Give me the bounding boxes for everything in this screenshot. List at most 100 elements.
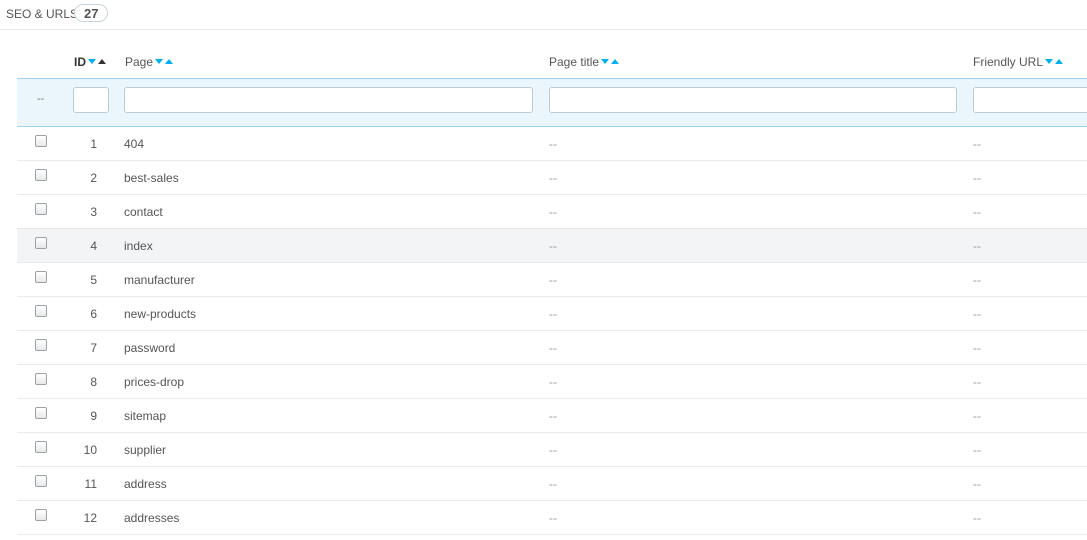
row-page-title: -- bbox=[549, 409, 557, 423]
row-checkbox[interactable] bbox=[35, 441, 47, 453]
row-friendly-url: -- bbox=[973, 307, 981, 321]
table-body: 1 404 -- -- 2 best-sales -- -- 3 contact -- -- 4 inde… bbox=[17, 127, 1087, 535]
row-friendly-url: -- bbox=[973, 443, 981, 457]
filter-page-title-input[interactable] bbox=[549, 87, 957, 113]
table-row[interactable]: 3 contact -- -- bbox=[17, 195, 1087, 229]
row-id: 5 bbox=[90, 273, 97, 287]
row-page-title: -- bbox=[549, 137, 557, 151]
row-page: 404 bbox=[124, 137, 145, 151]
row-page-title: -- bbox=[549, 171, 557, 185]
row-id: 8 bbox=[90, 375, 97, 389]
row-checkbox[interactable] bbox=[35, 135, 47, 147]
row-checkbox[interactable] bbox=[35, 305, 47, 317]
filter-row: -- bbox=[17, 79, 1087, 127]
column-header-friendly-url-label: Friendly URL bbox=[973, 55, 1044, 69]
row-page-title: -- bbox=[549, 341, 557, 355]
row-id: 9 bbox=[90, 409, 97, 423]
table-row[interactable]: 12 addresses -- -- bbox=[17, 501, 1087, 535]
column-header-friendly-url[interactable]: Friendly URL bbox=[973, 55, 1064, 69]
row-page: prices-drop bbox=[124, 375, 185, 389]
row-friendly-url: -- bbox=[973, 273, 981, 287]
row-page: sitemap bbox=[124, 409, 167, 423]
row-page-title: -- bbox=[549, 375, 557, 389]
row-page: password bbox=[124, 341, 176, 355]
row-checkbox[interactable] bbox=[35, 509, 47, 521]
row-checkbox[interactable] bbox=[35, 271, 47, 283]
row-page-title: -- bbox=[549, 511, 557, 525]
table-row[interactable]: 6 new-products -- -- bbox=[17, 297, 1087, 331]
table-row[interactable]: 7 password -- -- bbox=[17, 331, 1087, 365]
row-checkbox[interactable] bbox=[35, 203, 47, 215]
row-page-title: -- bbox=[549, 273, 557, 287]
seo-urls-table: ID Page Page title Friendly URL -- 1 404 -… bbox=[17, 45, 1087, 535]
row-friendly-url: -- bbox=[973, 375, 981, 389]
row-checkbox[interactable] bbox=[35, 407, 47, 419]
table-row[interactable]: 11 address -- -- bbox=[17, 467, 1087, 501]
row-friendly-url: -- bbox=[973, 511, 981, 525]
filter-id-input[interactable] bbox=[73, 87, 109, 113]
row-friendly-url: -- bbox=[973, 477, 981, 491]
row-page: index bbox=[124, 239, 153, 253]
row-page: address bbox=[124, 477, 167, 491]
sort-asc-icon[interactable] bbox=[165, 58, 174, 64]
row-page-title: -- bbox=[549, 307, 557, 321]
column-header-page-title[interactable]: Page title bbox=[549, 55, 620, 69]
panel-title: SEO & URLs bbox=[6, 7, 79, 21]
table-row[interactable]: 2 best-sales -- -- bbox=[17, 161, 1087, 195]
column-header-page-label: Page bbox=[125, 55, 154, 69]
row-friendly-url: -- bbox=[973, 137, 981, 151]
row-page-title: -- bbox=[549, 239, 557, 253]
row-id: 4 bbox=[90, 239, 97, 253]
row-friendly-url: -- bbox=[973, 409, 981, 423]
sort-asc-icon[interactable] bbox=[1055, 58, 1064, 64]
table-row[interactable]: 8 prices-drop -- -- bbox=[17, 365, 1087, 399]
count-badge: 27 bbox=[74, 4, 109, 22]
bulk-filter-placeholder: -- bbox=[37, 93, 45, 105]
table-header: ID Page Page title Friendly URL bbox=[17, 45, 1087, 79]
row-page: manufacturer bbox=[124, 273, 195, 287]
row-friendly-url: -- bbox=[973, 171, 981, 185]
row-id: 1 bbox=[90, 137, 97, 151]
row-checkbox[interactable] bbox=[35, 339, 47, 351]
column-header-page[interactable]: Page bbox=[125, 55, 174, 69]
table-row[interactable]: 9 sitemap -- -- bbox=[17, 399, 1087, 433]
row-checkbox[interactable] bbox=[35, 475, 47, 487]
row-friendly-url: -- bbox=[973, 239, 981, 253]
column-header-id[interactable]: ID bbox=[74, 55, 106, 69]
row-page: contact bbox=[124, 205, 163, 219]
table-row[interactable]: 5 manufacturer -- -- bbox=[17, 263, 1087, 297]
row-id: 10 bbox=[83, 443, 97, 457]
column-header-page-title-label: Page title bbox=[549, 55, 600, 69]
row-checkbox[interactable] bbox=[35, 237, 47, 249]
sort-desc-icon[interactable] bbox=[88, 58, 96, 64]
row-friendly-url: -- bbox=[973, 205, 981, 219]
row-friendly-url: -- bbox=[973, 341, 981, 355]
table-row[interactable]: 1 404 -- -- bbox=[17, 127, 1087, 161]
row-id: 11 bbox=[84, 477, 97, 491]
sort-asc-icon[interactable] bbox=[611, 58, 620, 64]
panel-heading: SEO & URLs 27 bbox=[0, 0, 1087, 30]
sort-asc-icon[interactable] bbox=[98, 58, 106, 64]
row-id: 7 bbox=[90, 341, 97, 355]
row-checkbox[interactable] bbox=[35, 373, 47, 385]
row-page-title: -- bbox=[549, 477, 557, 491]
row-page-title: -- bbox=[549, 443, 557, 457]
row-id: 6 bbox=[90, 307, 97, 321]
sort-desc-icon[interactable] bbox=[1045, 58, 1054, 64]
filter-friendly-url-input[interactable] bbox=[973, 87, 1087, 113]
row-page: addresses bbox=[124, 511, 180, 525]
filter-page-input[interactable] bbox=[124, 87, 533, 113]
table-row[interactable]: 4 index -- -- bbox=[17, 229, 1087, 263]
row-id: 3 bbox=[90, 205, 97, 219]
row-page: supplier bbox=[124, 443, 167, 457]
row-id: 12 bbox=[83, 511, 97, 525]
column-header-id-label: ID bbox=[74, 55, 86, 69]
table-row[interactable]: 10 supplier -- -- bbox=[17, 433, 1087, 467]
sort-desc-icon[interactable] bbox=[601, 58, 610, 64]
row-checkbox[interactable] bbox=[35, 169, 47, 181]
row-page-title: -- bbox=[549, 205, 557, 219]
row-id: 2 bbox=[90, 171, 97, 185]
row-page: best-sales bbox=[124, 171, 179, 185]
row-page: new-products bbox=[124, 307, 197, 321]
sort-desc-icon[interactable] bbox=[155, 58, 164, 64]
